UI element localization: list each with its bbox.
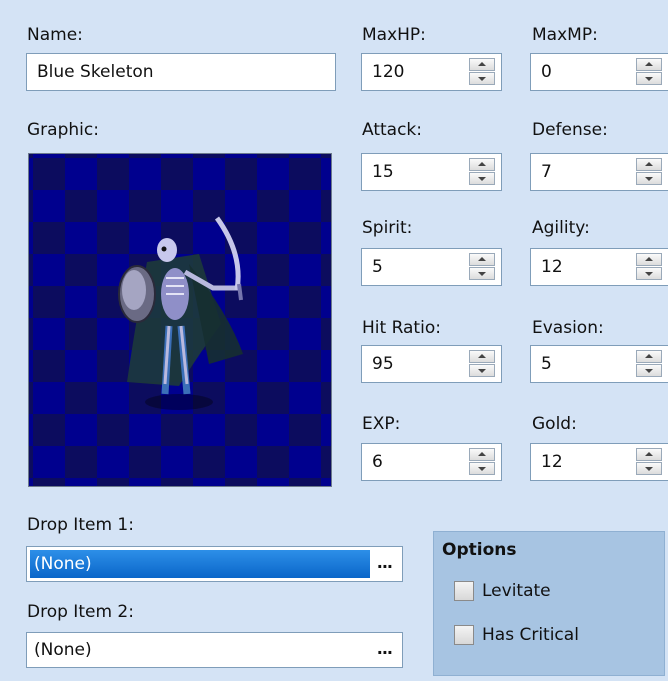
options-title: Options [442, 540, 517, 560]
gold-field[interactable]: 12 [530, 443, 668, 481]
spirit-label: Spirit: [362, 218, 413, 238]
defense-field[interactable]: 7 [530, 153, 668, 191]
spirit-spinner[interactable] [469, 253, 495, 281]
exp-label: EXP: [362, 414, 401, 434]
evasion-label: Evasion: [532, 318, 604, 338]
spin-down-icon[interactable] [469, 267, 495, 280]
spin-down-icon[interactable] [469, 172, 495, 185]
drop-item-1-select[interactable]: (None) ... [26, 546, 403, 582]
gold-value: 12 [541, 452, 563, 472]
hit-ratio-label: Hit Ratio: [362, 318, 441, 338]
spin-down-icon[interactable] [636, 267, 662, 280]
spin-down-icon[interactable] [469, 364, 495, 377]
spin-down-icon[interactable] [636, 364, 662, 377]
spin-up-icon[interactable] [636, 158, 662, 171]
name-value: Blue Skeleton [37, 62, 154, 82]
agility-label: Agility: [532, 218, 590, 238]
attack-value: 15 [372, 162, 394, 182]
defense-label: Defense: [532, 120, 608, 140]
name-label: Name: [27, 25, 83, 45]
evasion-spinner[interactable] [636, 350, 662, 378]
graphic-label: Graphic: [27, 120, 99, 140]
maxmp-value: 0 [541, 62, 552, 82]
skeleton-sprite [118, 216, 243, 410]
enemy-graphic[interactable] [28, 153, 332, 487]
spin-down-icon[interactable] [469, 72, 495, 85]
hit-ratio-field[interactable]: 95 [361, 345, 502, 383]
spin-up-icon[interactable] [469, 58, 495, 71]
spin-up-icon[interactable] [636, 58, 662, 71]
has-critical-label[interactable]: Has Critical [482, 625, 579, 645]
spin-down-icon[interactable] [469, 462, 495, 475]
drop-item-1-value: (None) [30, 550, 370, 578]
spin-down-icon[interactable] [636, 72, 662, 85]
maxhp-field[interactable]: 120 [361, 53, 502, 91]
maxmp-field[interactable]: 0 [530, 53, 668, 91]
maxhp-value: 120 [372, 62, 405, 82]
attack-spinner[interactable] [469, 158, 495, 186]
options-panel: Options Levitate Has Critical [433, 531, 665, 676]
attack-field[interactable]: 15 [361, 153, 502, 191]
maxhp-label: MaxHP: [362, 25, 426, 45]
agility-field[interactable]: 12 [530, 248, 668, 286]
attack-label: Attack: [362, 120, 422, 140]
spin-up-icon[interactable] [469, 253, 495, 266]
spin-up-icon[interactable] [636, 448, 662, 461]
hit-ratio-value: 95 [372, 354, 394, 374]
defense-value: 7 [541, 162, 552, 182]
spirit-field[interactable]: 5 [361, 248, 502, 286]
gold-spinner[interactable] [636, 448, 662, 476]
maxmp-label: MaxMP: [532, 25, 598, 45]
drop-item-1-browse-button[interactable]: ... [377, 553, 393, 572]
has-critical-checkbox[interactable] [454, 625, 474, 645]
spin-up-icon[interactable] [636, 350, 662, 363]
exp-value: 6 [372, 452, 383, 472]
levitate-label[interactable]: Levitate [482, 581, 551, 601]
spin-up-icon[interactable] [636, 253, 662, 266]
hit-ratio-spinner[interactable] [469, 350, 495, 378]
drop-item-2-label: Drop Item 2: [27, 602, 134, 622]
agility-spinner[interactable] [636, 253, 662, 281]
drop-item-2-select[interactable]: (None) ... [26, 632, 403, 668]
exp-field[interactable]: 6 [361, 443, 502, 481]
spin-up-icon[interactable] [469, 448, 495, 461]
defense-spinner[interactable] [636, 158, 662, 186]
maxmp-spinner[interactable] [636, 58, 662, 86]
name-field[interactable]: Blue Skeleton [26, 53, 336, 91]
agility-value: 12 [541, 257, 563, 277]
maxhp-spinner[interactable] [469, 58, 495, 86]
levitate-checkbox[interactable] [454, 581, 474, 601]
drop-item-1-label: Drop Item 1: [27, 515, 134, 535]
drop-item-2-browse-button[interactable]: ... [377, 639, 393, 658]
spin-down-icon[interactable] [636, 462, 662, 475]
spin-up-icon[interactable] [469, 350, 495, 363]
exp-spinner[interactable] [469, 448, 495, 476]
gold-label: Gold: [532, 414, 577, 434]
spirit-value: 5 [372, 257, 383, 277]
spin-down-icon[interactable] [636, 172, 662, 185]
drop-item-2-value: (None) [34, 640, 92, 660]
evasion-value: 5 [541, 354, 552, 374]
spin-up-icon[interactable] [469, 158, 495, 171]
evasion-field[interactable]: 5 [530, 345, 668, 383]
